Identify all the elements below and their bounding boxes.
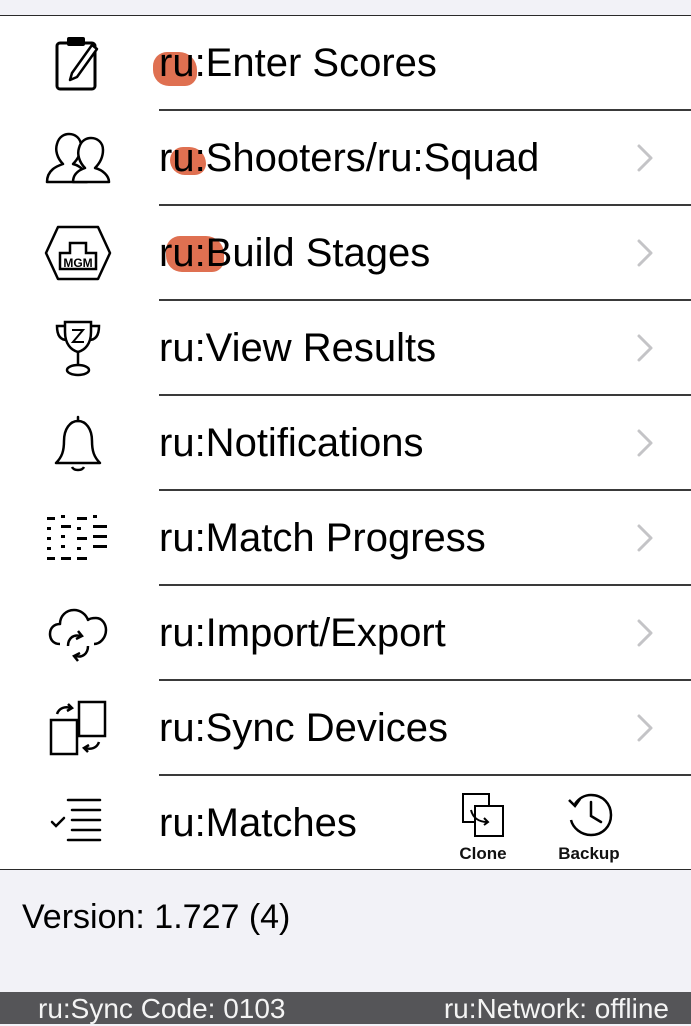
menu-item-label: ru:Shooters/ru:Squad [159, 136, 540, 180]
chevron-right-icon [637, 144, 653, 172]
people-icon [36, 125, 120, 191]
menu-item-label: ru:Import/Export [159, 611, 446, 655]
menu-item-sync-devices[interactable]: ru:Sync Devices [0, 681, 691, 776]
menu-item-import-export[interactable]: ru:Import/Export [0, 586, 691, 681]
network-status-text: ru:Network: offline [443, 993, 669, 1024]
status-bar: ru:Sync Code: 0103 ru:Network: offline [0, 992, 691, 1024]
version-text: Version: 1.727 (4) [22, 898, 291, 936]
clipboard-edit-icon [36, 30, 120, 96]
backup-button[interactable]: Backup [547, 790, 631, 880]
chevron-right-icon [637, 429, 653, 457]
menu-item-notifications[interactable]: ru:Notifications [0, 396, 691, 491]
menu-item-label: ru:View Results [159, 326, 437, 370]
progress-grid-icon [36, 505, 120, 571]
menu-item-label: ru:Sync Devices [159, 706, 448, 750]
mgm-target-icon: MGM [36, 220, 120, 286]
clone-label: Clone [459, 844, 507, 863]
chevron-right-icon [637, 239, 653, 267]
chevron-right-icon [637, 619, 653, 647]
clone-button[interactable]: Clone [441, 790, 525, 880]
menu-item-build-stages[interactable]: MGM ru:Build Stages [0, 206, 691, 301]
svg-text:MGM: MGM [63, 256, 92, 270]
menu-item-label: ru:Build Stages [159, 231, 431, 275]
trophy-icon [36, 315, 120, 381]
main-menu: ru:Enter Scores ru:Shooters/ru:Squad MGM… [0, 15, 691, 870]
sync-code-text: ru:Sync Code: 0103 [38, 993, 286, 1024]
checklist-icon [36, 790, 120, 856]
menu-item-label: ru:Notifications [159, 421, 424, 465]
menu-item-enter-scores[interactable]: ru:Enter Scores [0, 16, 691, 111]
backup-clock-icon [568, 793, 613, 837]
chevron-right-icon [637, 524, 653, 552]
menu-item-shooters-squad[interactable]: ru:Shooters/ru:Squad [0, 111, 691, 206]
chevron-right-icon [637, 714, 653, 742]
menu-item-match-progress[interactable]: ru:Match Progress [0, 491, 691, 586]
menu-item-label: ru:Match Progress [159, 516, 486, 560]
clone-icon [462, 793, 504, 837]
bell-icon [36, 410, 120, 476]
backup-label: Backup [558, 844, 620, 863]
menu-item-view-results[interactable]: ru:View Results [0, 301, 691, 396]
menu-item-label: ru:Enter Scores [159, 41, 437, 85]
devices-sync-icon [36, 695, 120, 761]
cloud-sync-icon [36, 600, 120, 666]
chevron-right-icon [637, 334, 653, 362]
top-strip [0, 0, 691, 15]
menu-item-label: ru:Matches [159, 801, 357, 845]
